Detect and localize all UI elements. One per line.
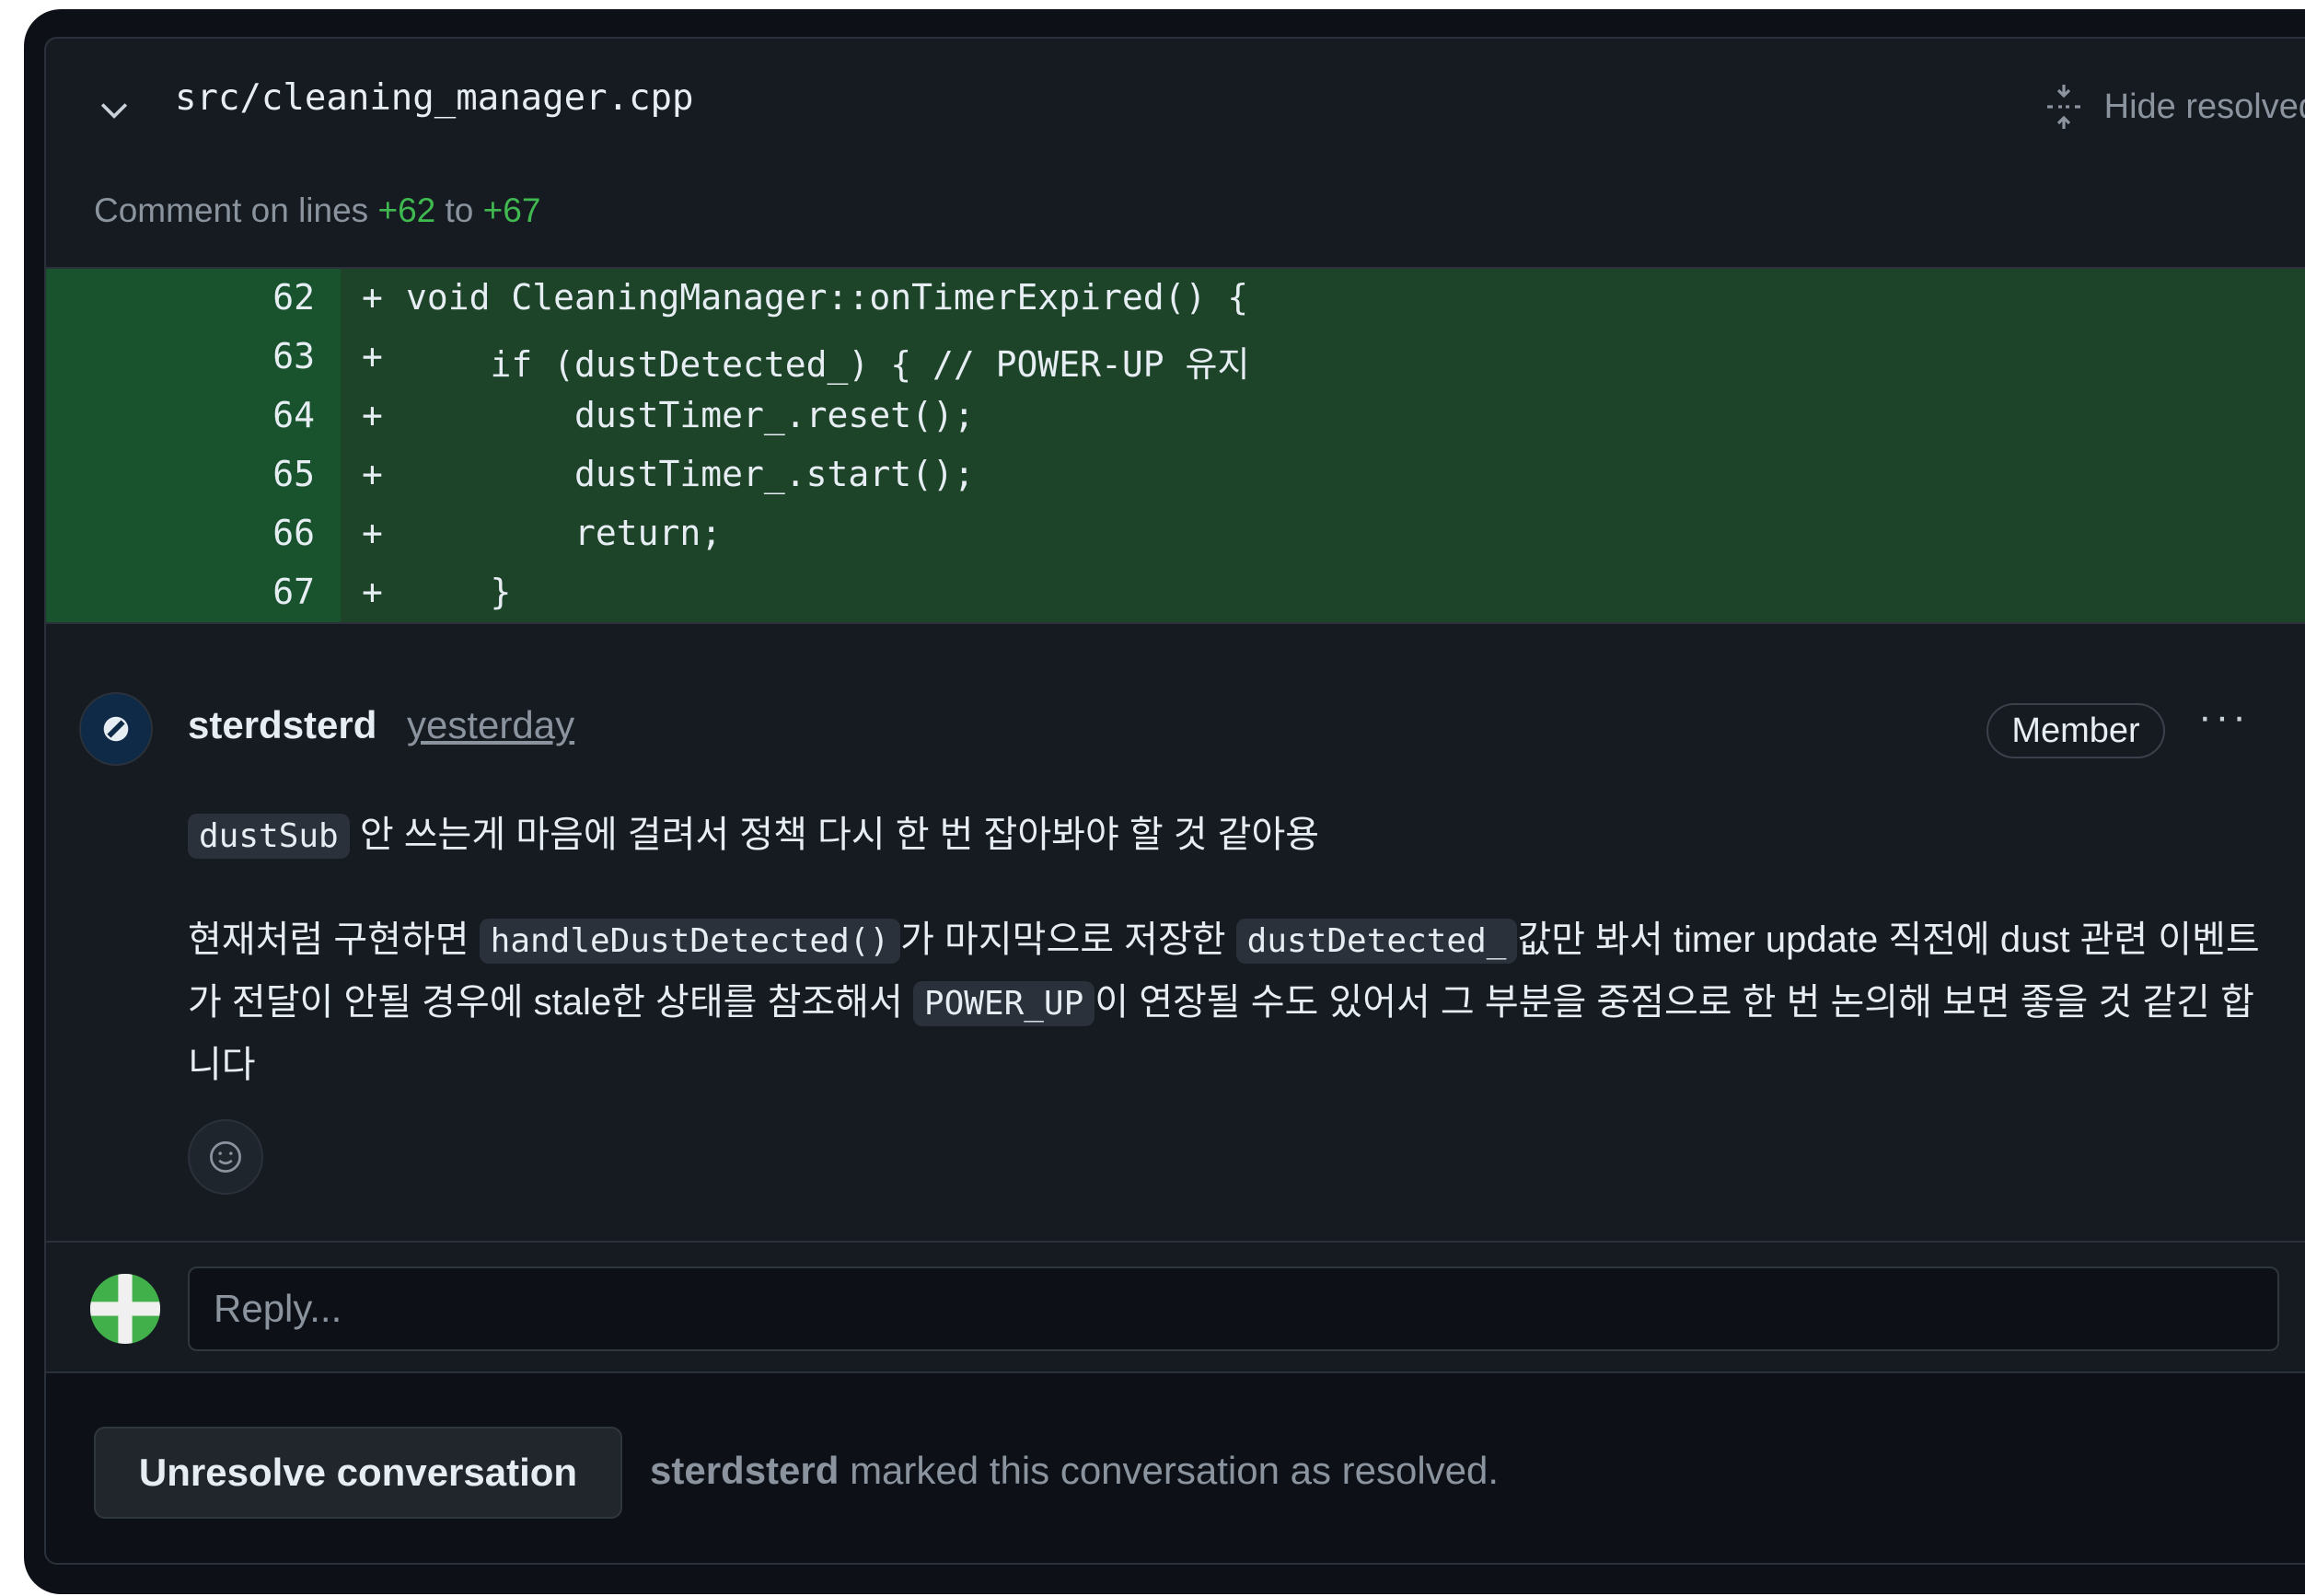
diff-row: 64 + dustTimer_.reset();: [46, 387, 2305, 445]
code-line: void CleaningManager::onTimerExpired() {: [406, 277, 1249, 318]
comment-text: 현재처럼 구현하면: [188, 919, 480, 960]
lines-note-middle: to: [435, 191, 483, 229]
line-number[interactable]: 65: [204, 454, 315, 494]
hide-resolved-button[interactable]: Hide resolved: [2045, 83, 2305, 131]
identicon-icon: [90, 1274, 160, 1344]
code-line: }: [406, 572, 512, 612]
author-avatar-icon: [103, 716, 129, 742]
comment-author[interactable]: sterdsterd: [188, 703, 376, 747]
file-header: src/cleaning_manager.cpp Hide resolved: [46, 39, 2305, 163]
comment-paragraph-2: 현재처럼 구현하면 handleDustDetected() 가 마지막으로 저장…: [188, 909, 2268, 1095]
line-number[interactable]: 66: [204, 513, 315, 553]
code-line: if (dustDetected_) { // POWER-UP 유지: [406, 344, 1250, 385]
lines-note-prefix: Comment on lines: [94, 191, 378, 229]
diff-row: 67 + }: [46, 563, 2305, 622]
line-number[interactable]: 63: [204, 336, 315, 376]
diff-hunk: 62 + void CleaningManager::onTimerExpire…: [46, 267, 2305, 624]
diff-sign: +: [362, 336, 383, 376]
code-line: return;: [406, 513, 723, 553]
resolved-status: sterdsterd marked this conversation as r…: [650, 1449, 1499, 1493]
comment-lines-note: Comment on lines +62 to +67: [94, 191, 540, 230]
comment-timestamp[interactable]: yesterday: [407, 703, 574, 747]
diff-sign: +: [362, 572, 383, 612]
comment-text: 안 쓰는게 마음에 걸려서 정책 다시 한 번 잡아봐야 할 것 같아용: [349, 815, 1320, 855]
inline-code: handleDustDetected(): [479, 919, 901, 964]
diff-sign: +: [362, 277, 383, 318]
fold-icon: [2046, 85, 2080, 129]
diff-sign: +: [362, 395, 383, 435]
code-line: dustTimer_.reset();: [406, 395, 975, 435]
hide-resolved-label: Hide resolved: [2103, 87, 2305, 126]
resolved-text: marked this conversation as resolved.: [839, 1449, 1500, 1492]
role-badge: Member: [1986, 703, 2165, 758]
review-thread-panel: src/cleaning_manager.cpp Hide resolved C…: [44, 37, 2305, 1565]
diff-row: 65 + dustTimer_.start();: [46, 445, 2305, 504]
unresolve-conversation-button[interactable]: Unresolve conversation: [94, 1427, 622, 1519]
code-line: dustTimer_.start();: [406, 454, 975, 494]
smiley-icon: [210, 1141, 241, 1173]
inline-code: dustDetected_: [1235, 919, 1518, 964]
diff-sign: +: [362, 454, 383, 494]
current-user-avatar[interactable]: [90, 1274, 160, 1344]
comment-paragraph-1: dustSub 안 쓰는게 마음에 걸려서 정책 다시 한 번 잡아봐야 할 것…: [188, 804, 1320, 859]
avatar[interactable]: [79, 692, 153, 766]
inline-code: POWER_UP: [912, 981, 1095, 1026]
line-number[interactable]: 64: [204, 395, 315, 435]
lines-note-end: +67: [482, 191, 541, 229]
lines-note-start: +62: [377, 191, 436, 229]
file-path[interactable]: src/cleaning_manager.cpp: [175, 77, 694, 119]
resolver-name[interactable]: sterdsterd: [650, 1449, 839, 1492]
diff-row: 63 + if (dustDetected_) { // POWER-UP 유지: [46, 328, 2305, 387]
line-number[interactable]: 62: [204, 277, 315, 318]
diff-sign: +: [362, 513, 383, 553]
chevron-down-icon[interactable]: [94, 89, 134, 130]
more-options-icon[interactable]: ···: [2198, 694, 2250, 740]
line-number[interactable]: 67: [204, 572, 315, 612]
add-reaction-button[interactable]: [188, 1119, 263, 1195]
comment-text: 가 마지막으로 저장한: [900, 919, 1236, 960]
diff-row: 66 + return;: [46, 504, 2305, 563]
reply-input[interactable]: Reply...: [188, 1266, 2279, 1351]
inline-code: dustSub: [188, 814, 350, 859]
diff-row: 62 + void CleaningManager::onTimerExpire…: [46, 269, 2305, 328]
